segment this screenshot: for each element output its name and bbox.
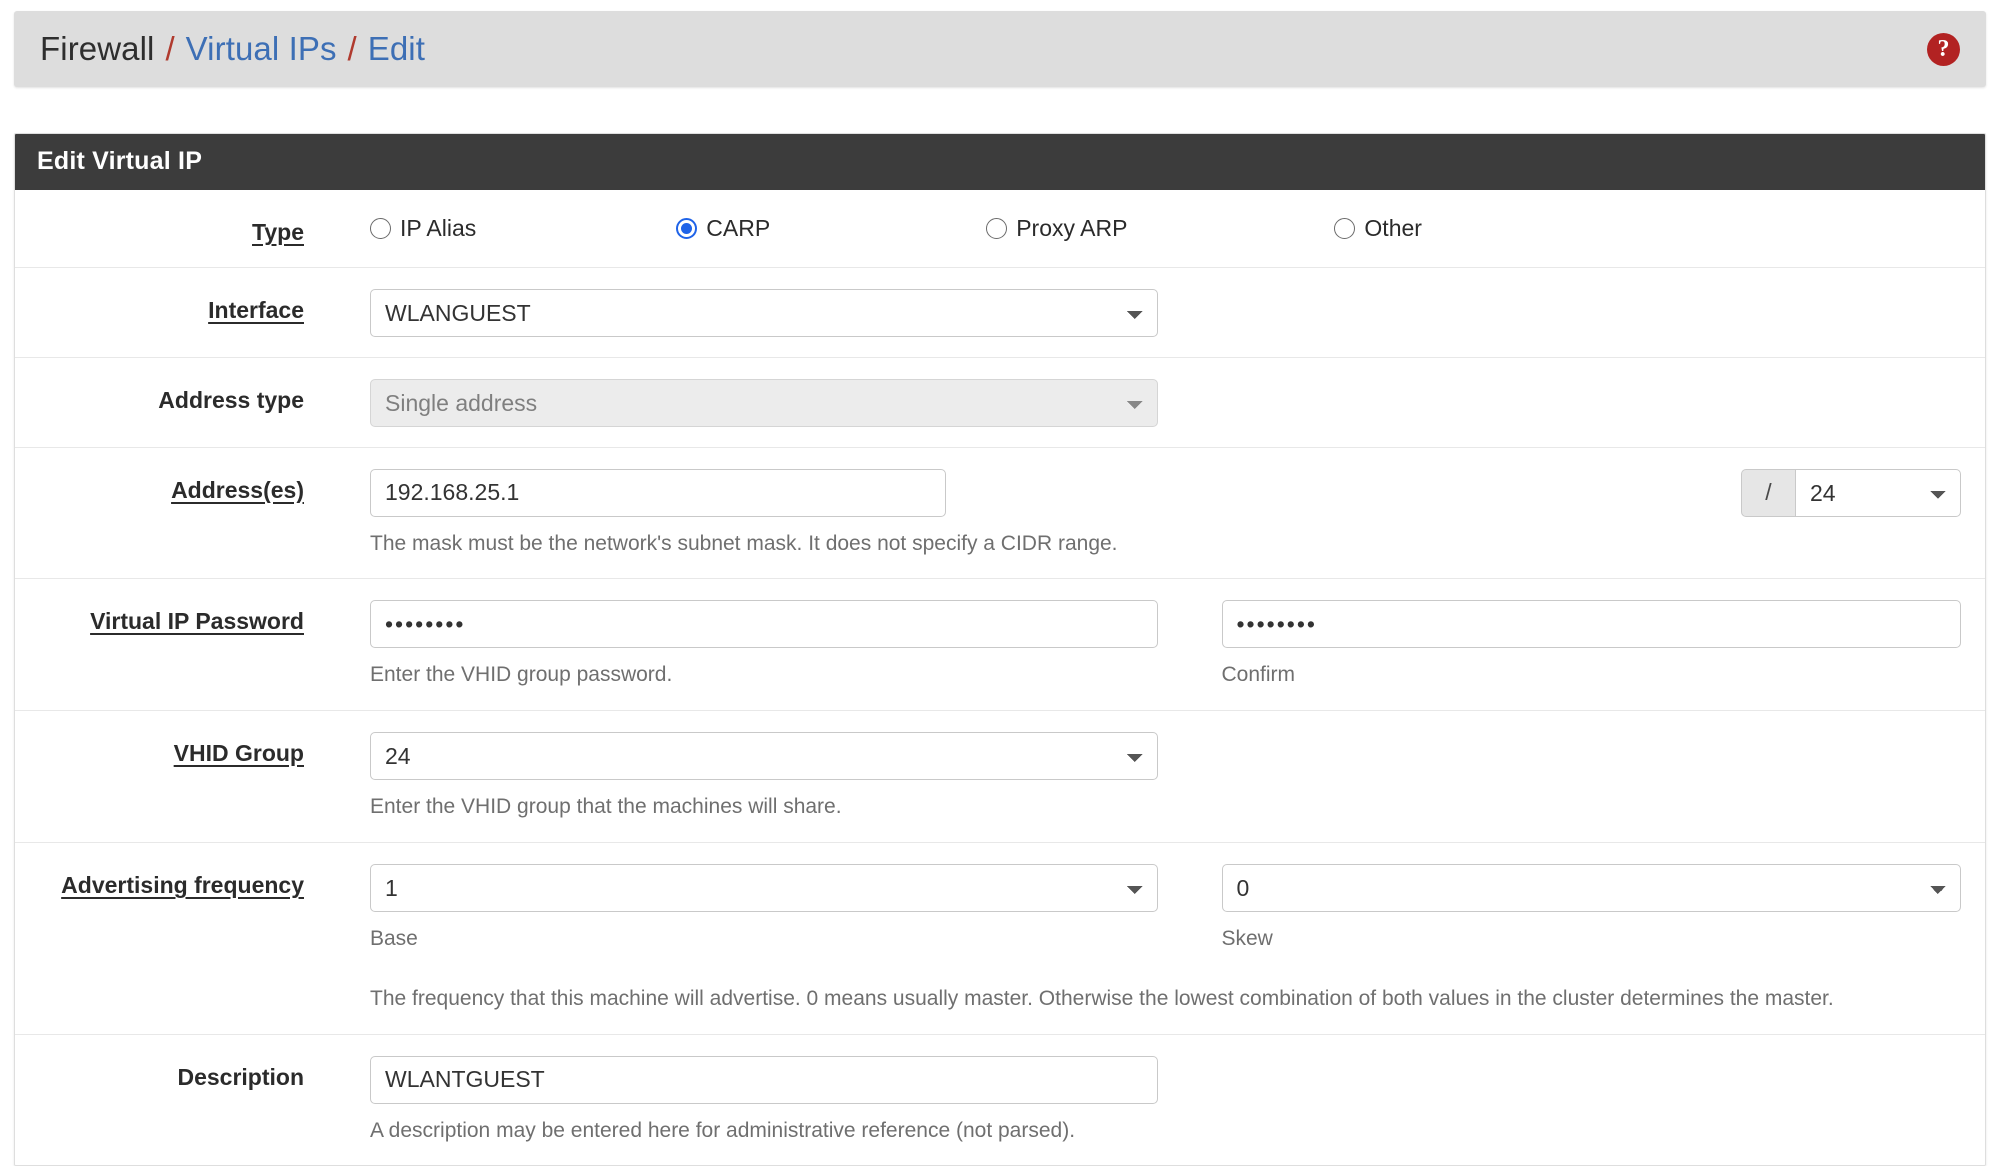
form-row-interface: Interface WLANGUEST xyxy=(15,266,1985,357)
advertising-skew-help-text: Skew xyxy=(1221,927,1273,951)
field-interface: WLANGUEST xyxy=(320,288,1985,337)
label-virtual-ip-password: Virtual IP Password xyxy=(90,608,304,635)
breadcrumb-separator: / xyxy=(165,30,175,67)
form-row-advertising-frequency: Advertising frequency 1 Base 0 Skew The … xyxy=(15,842,1985,1034)
breadcrumb-separator: / xyxy=(347,30,357,67)
help-circle-icon[interactable]: ? xyxy=(1927,32,1960,66)
description-input[interactable] xyxy=(370,1055,1158,1104)
form-row-address-type: Address type Single address xyxy=(15,356,1985,447)
advertising-frequency-help-text: The frequency that this machine will adv… xyxy=(370,986,1834,1010)
cidr-prefix-addon: / xyxy=(1741,468,1795,517)
field-advertising-frequency: 1 Base 0 Skew The frequency that this ma… xyxy=(320,864,1985,1014)
field-address-type: Single address xyxy=(320,378,1985,427)
virtual-ip-password-help-text: Enter the VHID group password. xyxy=(370,663,673,687)
radio-option-carp[interactable]: CARP xyxy=(676,215,770,242)
password-confirm-column: Confirm xyxy=(1166,600,1961,690)
cidr-select[interactable]: 24 xyxy=(1795,468,1961,517)
breadcrumb-bar: Firewall / Virtual IPs / Edit ? xyxy=(14,11,1986,87)
form-row-description: Description A description may be entered… xyxy=(15,1033,1985,1166)
breadcrumb-item-virtual-ips[interactable]: Virtual IPs xyxy=(186,30,337,68)
radio-option-other[interactable]: Other xyxy=(1334,215,1422,242)
form-row-type: Type IP Alias CARP Proxy ARP Other xyxy=(15,190,1985,267)
virtual-ip-password-confirm-input[interactable] xyxy=(1221,600,1961,649)
breadcrumb-item-edit[interactable]: Edit xyxy=(368,30,425,68)
address-input-group: / 24 xyxy=(370,468,1961,517)
virtual-ip-password-input[interactable] xyxy=(370,600,1158,649)
description-help-text: A description may be entered here for ad… xyxy=(370,1118,1076,1142)
field-description: A description may be entered here for ad… xyxy=(320,1055,1985,1146)
advertising-split: 1 Base 0 Skew xyxy=(370,864,1961,954)
vhid-group-select[interactable]: 24 xyxy=(370,732,1158,781)
breadcrumb-item-firewall: Firewall xyxy=(40,30,155,67)
advertising-base-column: 1 Base xyxy=(370,864,1166,954)
type-radio-group: IP Alias CARP Proxy ARP Other xyxy=(370,211,1961,242)
field-virtual-ip-password: Enter the VHID group password. Confirm xyxy=(320,600,1985,690)
radio-option-proxy-arp[interactable]: Proxy ARP xyxy=(986,215,1127,242)
field-type: IP Alias CARP Proxy ARP Other xyxy=(320,211,1985,242)
form-row-addresses: Address(es) / 24 The mask must be the ne… xyxy=(15,446,1985,579)
label-address-type: Address type xyxy=(158,386,304,413)
virtual-ip-password-confirm-help-text: Confirm xyxy=(1221,663,1296,687)
form-row-virtual-ip-password: Virtual IP Password Enter the VHID group… xyxy=(15,578,1985,710)
advertising-base-help-text: Base xyxy=(370,927,418,951)
label-vhid-group: VHID Group xyxy=(173,740,304,767)
address-input[interactable] xyxy=(370,468,946,517)
field-addresses: / 24 The mask must be the network's subn… xyxy=(320,468,1985,559)
address-type-select[interactable]: Single address xyxy=(370,378,1158,427)
label-type: Type xyxy=(252,219,304,245)
interface-select[interactable]: WLANGUEST xyxy=(370,288,1158,337)
radio-circle-icon xyxy=(370,218,391,239)
cidr-input-group: / 24 xyxy=(1741,468,1961,517)
address-input-wrapper xyxy=(370,468,946,517)
radio-label-proxy-arp: Proxy ARP xyxy=(1016,215,1128,241)
password-split: Enter the VHID group password. Confirm xyxy=(370,600,1961,690)
radio-label-carp: CARP xyxy=(706,215,771,241)
advertising-skew-column: 0 Skew xyxy=(1166,864,1961,954)
label-description: Description xyxy=(177,1063,304,1090)
advertising-skew-select[interactable]: 0 xyxy=(1221,864,1961,913)
radio-option-ip-alias[interactable]: IP Alias xyxy=(370,215,476,242)
advertising-base-select[interactable]: 1 xyxy=(370,864,1158,913)
radio-circle-icon xyxy=(1334,218,1356,239)
edit-virtual-ip-panel: Edit Virtual IP Type IP Alias CARP Proxy… xyxy=(14,133,1986,1166)
label-interface: Interface xyxy=(208,296,304,323)
form-row-vhid-group: VHID Group 24 Enter the VHID group that … xyxy=(15,710,1985,842)
panel-body: Type IP Alias CARP Proxy ARP Other Inter… xyxy=(15,190,1985,1166)
radio-label-other: Other xyxy=(1364,215,1422,241)
password-column: Enter the VHID group password. xyxy=(370,600,1166,690)
vhid-group-help-text: Enter the VHID group that the machines w… xyxy=(370,795,842,819)
radio-label-ip-alias: IP Alias xyxy=(400,215,477,241)
label-advertising-frequency: Advertising frequency xyxy=(61,872,304,899)
panel-title: Edit Virtual IP xyxy=(15,134,1985,190)
addresses-help-text: The mask must be the network's subnet ma… xyxy=(370,531,1118,555)
label-addresses: Address(es) xyxy=(171,476,304,503)
radio-circle-selected-icon xyxy=(676,218,698,239)
radio-circle-icon xyxy=(986,218,1008,239)
field-vhid-group: 24 Enter the VHID group that the machine… xyxy=(320,732,1985,822)
